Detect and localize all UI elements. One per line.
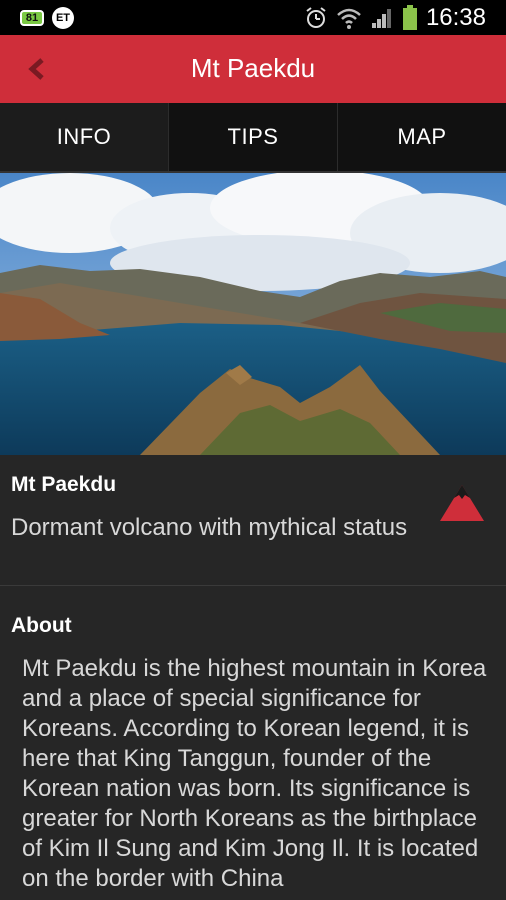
place-subtitle: Dormant volcano with mythical status: [11, 514, 408, 541]
wifi-icon: [337, 8, 361, 29]
tab-tips[interactable]: TIPS: [169, 103, 338, 171]
page-title: Mt Paekdu: [190, 53, 316, 83]
mountain-icon: [440, 485, 484, 521]
alarm-clock-icon: [306, 6, 326, 28]
cell-signal-icon: [371, 8, 391, 28]
status-right: 16:38: [304, 3, 486, 32]
about-section: About Mt Paekdu is the highest mountain …: [0, 586, 506, 900]
notification-badge: 81: [20, 9, 44, 26]
tab-bar: INFO TIPS MAP: [0, 103, 506, 173]
tab-map[interactable]: MAP: [338, 103, 506, 171]
about-body: Mt Paekdu is the highest mountain in Kor…: [22, 655, 487, 892]
battery-icon: [402, 4, 417, 30]
tab-info[interactable]: INFO: [0, 103, 169, 171]
place-info-card: Mt Paekdu Dormant volcano with mythical …: [0, 455, 506, 586]
clock-time: 16:38: [425, 3, 486, 31]
status-left: 81 ET: [20, 6, 74, 29]
place-name: Mt Paekdu: [11, 473, 117, 496]
hero-photo: [0, 173, 506, 455]
carrier-badge: ET: [52, 6, 74, 29]
app-bar: Mt Paekdu: [0, 35, 506, 103]
status-bar: 81 ET 16:38: [0, 0, 506, 35]
about-heading: About: [11, 614, 72, 637]
